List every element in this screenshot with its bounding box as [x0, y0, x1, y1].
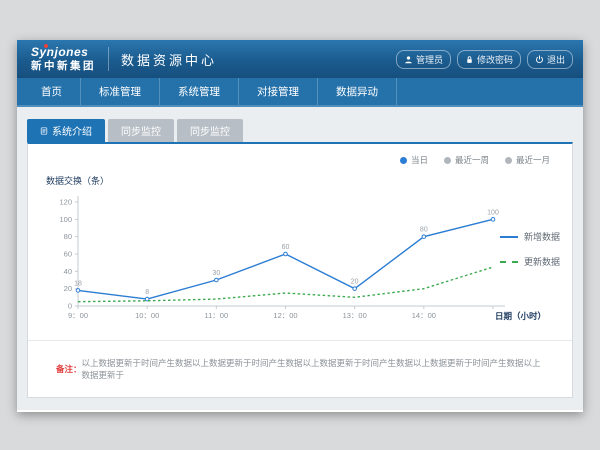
- svg-text:80: 80: [64, 232, 72, 241]
- footnote-label: 备注：: [56, 363, 82, 375]
- svg-text:20: 20: [64, 284, 72, 293]
- change-password-button[interactable]: 修改密码: [457, 50, 521, 69]
- svg-text:40: 40: [64, 267, 72, 276]
- nav-item-data-change[interactable]: 数据异动: [318, 78, 397, 105]
- legend-item-new-data[interactable]: 新增数据: [500, 230, 560, 243]
- nav-item-integration-management[interactable]: 对接管理: [239, 78, 318, 105]
- footnote: 备注： 以上数据更新于时间产生数据以上数据更新于时间产生数据以上数据更新于时间产…: [28, 340, 572, 397]
- legend-item-updated-data[interactable]: 更新数据: [500, 255, 560, 268]
- tab-bar: 系统介绍 同步监控 同步监控: [17, 107, 583, 142]
- legend-dot-icon: [400, 157, 407, 164]
- svg-text:60: 60: [64, 250, 72, 259]
- chart-area: 0 20 40 60 80 100 120 9：00 10：00 11：00 12：00 13：00 1…: [48, 190, 548, 347]
- header-divider: [108, 47, 109, 71]
- series-label: 更新数据: [524, 255, 560, 268]
- chart-panel: 当日 最近一周 最近一月 数据交换（条） 0 20 40 60 80 100 120 9：00…: [27, 142, 573, 398]
- svg-text:60: 60: [282, 244, 290, 251]
- svg-text:80: 80: [420, 227, 428, 234]
- company-name: 新中新集团: [31, 61, 96, 73]
- svg-text:20: 20: [351, 279, 359, 286]
- svg-text:100: 100: [59, 215, 72, 224]
- svg-text:10：00: 10：00: [135, 311, 159, 320]
- tab-system-intro[interactable]: 系统介绍: [27, 119, 105, 142]
- series-swatch: [500, 236, 518, 238]
- lock-icon: [465, 55, 474, 64]
- app-title: 数据资源中心: [121, 50, 217, 69]
- legend-item-today[interactable]: 当日: [400, 154, 428, 166]
- svg-text:100: 100: [487, 209, 499, 216]
- admin-user-label: 管理员: [416, 53, 443, 66]
- main-nav: 首页 标准管理 系统管理 对接管理 数据异动: [17, 78, 583, 107]
- time-range-legend: 当日 最近一周 最近一月: [400, 154, 550, 166]
- tab-sync-monitor-1[interactable]: 同步监控: [108, 119, 174, 142]
- desktop-canvas: Synjones 新中新集团 数据资源中心 管理员 修改密码: [0, 0, 600, 450]
- legend-dot-icon: [505, 157, 512, 164]
- svg-text:14：00: 14：00: [412, 311, 436, 320]
- svg-text:9：00: 9：00: [68, 311, 88, 320]
- line-chart: 0 20 40 60 80 100 120 9：00 10：00 11：00 12：00 13：00 1…: [48, 190, 548, 342]
- app-window: Synjones 新中新集团 数据资源中心 管理员 修改密码: [17, 40, 583, 412]
- app-header: Synjones 新中新集团 数据资源中心 管理员 修改密码: [17, 40, 583, 78]
- tab-label: 同步监控: [121, 123, 161, 138]
- brand-logo: Synjones 新中新集团: [31, 46, 96, 73]
- svg-text:日期（小时）: 日期（小时）: [495, 311, 546, 321]
- svg-text:11：00: 11：00: [205, 311, 229, 320]
- series-swatch: [500, 261, 518, 263]
- legend-label: 最近一周: [455, 154, 489, 166]
- svg-text:0: 0: [68, 302, 72, 311]
- legend-item-last-week[interactable]: 最近一周: [444, 154, 489, 166]
- svg-text:13：00: 13：00: [343, 311, 367, 320]
- series-legend: 新增数据 更新数据: [500, 230, 560, 268]
- logout-label: 退出: [547, 53, 565, 66]
- logout-button[interactable]: 退出: [527, 50, 573, 69]
- legend-label: 当日: [411, 154, 428, 166]
- user-icon: [404, 55, 413, 64]
- footnote-text: 以上数据更新于时间产生数据以上数据更新于时间产生数据以上数据更新于时间产生数据以…: [82, 357, 544, 381]
- legend-label: 最近一月: [516, 154, 550, 166]
- power-icon: [535, 55, 544, 64]
- tab-sync-monitor-2[interactable]: 同步监控: [177, 119, 243, 142]
- svg-text:8: 8: [145, 289, 149, 296]
- logo-red-dot-icon: [44, 44, 48, 48]
- change-password-label: 修改密码: [477, 53, 513, 66]
- series-label: 新增数据: [524, 230, 560, 243]
- svg-text:12：00: 12：00: [273, 311, 297, 320]
- legend-item-last-month[interactable]: 最近一月: [505, 154, 550, 166]
- nav-item-system-management[interactable]: 系统管理: [160, 78, 239, 105]
- tab-label: 系统介绍: [52, 123, 92, 138]
- brand-name: Synjones: [31, 46, 96, 59]
- content-area: 系统介绍 同步监控 同步监控 当日 最近一周: [17, 107, 583, 410]
- legend-dot-icon: [444, 157, 451, 164]
- nav-item-home[interactable]: 首页: [23, 78, 81, 105]
- document-icon: [40, 127, 48, 135]
- admin-user-button[interactable]: 管理员: [396, 50, 451, 69]
- nav-item-standard-management[interactable]: 标准管理: [81, 78, 160, 105]
- svg-text:30: 30: [212, 270, 220, 277]
- y-axis-title: 数据交换（条）: [46, 174, 109, 187]
- svg-text:18: 18: [74, 280, 82, 287]
- svg-text:120: 120: [59, 198, 72, 207]
- tab-label: 同步监控: [190, 123, 230, 138]
- header-actions: 管理员 修改密码 退出: [396, 50, 573, 69]
